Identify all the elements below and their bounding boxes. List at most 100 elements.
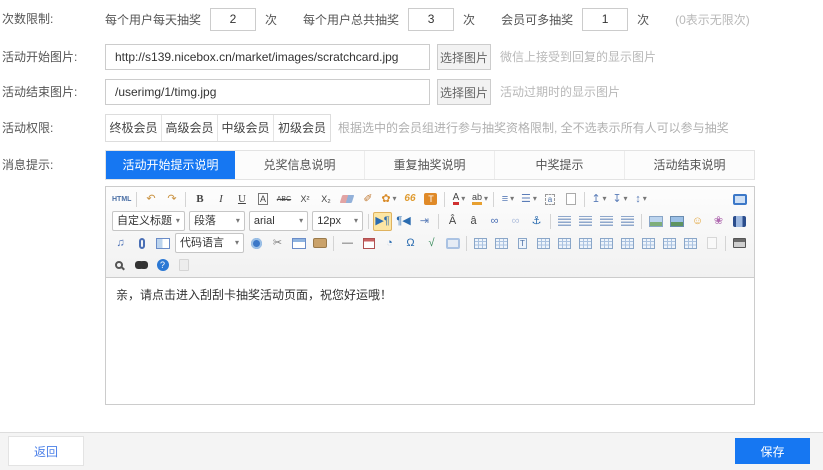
member-level-option-junior[interactable]: 初级会员 — [274, 115, 330, 141]
strikethrough-icon[interactable]: ABC — [274, 190, 293, 209]
merge-down-icon[interactable] — [639, 234, 658, 253]
table-title-icon[interactable]: T — [513, 234, 532, 253]
paste-text-icon[interactable]: T — [421, 190, 440, 209]
subscript-icon[interactable]: X₂ — [316, 190, 335, 209]
insert-date-icon[interactable] — [359, 234, 378, 253]
link-icon[interactable]: ∞ — [485, 212, 504, 231]
insert-image-icon[interactable] — [646, 212, 665, 231]
limits-note: (0表示无限次) — [675, 11, 750, 28]
unlink-icon[interactable]: ∞ — [506, 212, 525, 231]
daily-draw-input[interactable] — [210, 8, 256, 31]
line-height-icon[interactable]: ↕▾ — [631, 190, 650, 209]
font-border-icon[interactable]: A — [253, 190, 272, 209]
total-draw-input[interactable] — [408, 8, 454, 31]
direction-rtl-icon[interactable]: ¶◀ — [394, 212, 413, 231]
insert-row-icon[interactable] — [534, 234, 553, 253]
fullscreen-icon[interactable] — [730, 190, 749, 209]
format-brush-icon[interactable]: ✐ — [358, 190, 377, 209]
blockquote-icon[interactable]: 66 — [400, 190, 419, 209]
delete-table-icon[interactable] — [492, 234, 511, 253]
tab-activity-start-tip[interactable]: 活动开始提示说明 — [106, 151, 235, 179]
insert-table-icon[interactable] — [471, 234, 490, 253]
insert-col-icon[interactable] — [555, 234, 574, 253]
member-level-option-senior[interactable]: 高级会员 — [162, 115, 218, 141]
insert-map-icon[interactable] — [247, 234, 266, 253]
member-level-option-ultimate[interactable]: 终极会员 — [106, 115, 162, 141]
insert-video-icon[interactable] — [730, 212, 749, 231]
tab-activity-end[interactable]: 活动结束说明 — [625, 151, 754, 179]
italic-icon[interactable]: I — [211, 190, 230, 209]
insert-template-icon[interactable] — [153, 234, 172, 253]
font-size-select[interactable]: 12px▾ — [312, 211, 363, 231]
end-image-pick-button[interactable]: 选择图片 — [437, 79, 491, 105]
formula-icon[interactable]: √ — [422, 234, 441, 253]
direction-ltr-icon[interactable]: ▶¶ — [373, 212, 392, 231]
font-color-icon[interactable]: A▾ — [449, 190, 468, 209]
print-icon[interactable] — [730, 234, 749, 253]
preview-icon[interactable] — [111, 256, 130, 275]
auto-typeset-icon[interactable]: ✿▾ — [379, 190, 398, 209]
align-left-icon[interactable] — [555, 212, 574, 231]
tab-win-tip[interactable]: 中奖提示 — [495, 151, 625, 179]
remove-format-icon[interactable] — [337, 190, 356, 209]
message-tabbar: 活动开始提示说明 兑奖信息说明 重复抽奖说明 中奖提示 活动结束说明 — [105, 150, 755, 180]
anchor-icon[interactable]: ⚓ — [527, 212, 546, 231]
save-button[interactable]: 保存 — [735, 438, 810, 464]
tab-redeem-info[interactable]: 兑奖信息说明 — [235, 151, 365, 179]
underline-icon[interactable]: U — [232, 190, 251, 209]
delete-row-icon[interactable] — [576, 234, 595, 253]
help-icon[interactable]: ? — [153, 256, 172, 275]
select-all-icon[interactable]: a — [540, 190, 559, 209]
paragraph-format-select[interactable]: 段落▾ — [189, 211, 245, 231]
emotion-icon[interactable]: ☺ — [688, 212, 707, 231]
align-center-icon[interactable] — [576, 212, 595, 231]
member-extra-draw-input[interactable] — [582, 8, 628, 31]
screenshot-icon[interactable] — [310, 234, 329, 253]
align-right-icon[interactable] — [597, 212, 616, 231]
start-image-pick-button[interactable]: 选择图片 — [437, 44, 491, 70]
align-justify-icon[interactable] — [618, 212, 637, 231]
split-cells-icon[interactable] — [681, 234, 700, 253]
indent-icon[interactable]: ⇥ — [415, 212, 434, 231]
horizontal-rule-icon[interactable]: — — [338, 234, 357, 253]
tab-repeat-draw[interactable]: 重复抽奖说明 — [365, 151, 495, 179]
insert-music-icon[interactable]: ♫ — [111, 234, 130, 253]
back-button[interactable]: 返回 — [8, 436, 84, 466]
insert-iframe-icon[interactable] — [289, 234, 308, 253]
image-manager-icon[interactable] — [667, 212, 686, 231]
special-chars-icon[interactable]: Ω — [401, 234, 420, 253]
paragraph-spacing-bottom-icon[interactable]: ↧▾ — [610, 190, 629, 209]
end-image-input[interactable] — [105, 79, 430, 105]
custom-title-select[interactable]: 自定义标题▾ — [112, 211, 185, 231]
delete-col-icon[interactable] — [597, 234, 616, 253]
start-image-row: 活动开始图片: 选择图片 微信上接受到回复的显示图片 — [0, 44, 823, 70]
background-color-icon[interactable]: ab▾ — [470, 190, 489, 209]
font-family-select[interactable]: arial▾ — [249, 211, 308, 231]
member-level-option-middle[interactable]: 中级会员 — [218, 115, 274, 141]
search-replace-icon[interactable] — [132, 256, 151, 275]
to-uppercase-icon[interactable]: Â — [443, 212, 462, 231]
paste-icon[interactable] — [174, 256, 193, 275]
toolbar-separator — [438, 214, 439, 229]
undo-icon[interactable]: ↶ — [141, 190, 160, 209]
snapscreen-icon[interactable] — [443, 234, 462, 253]
to-lowercase-icon[interactable]: â — [464, 212, 483, 231]
merge-cells-icon[interactable] — [660, 234, 679, 253]
bold-icon[interactable]: B — [190, 190, 209, 209]
redo-icon[interactable]: ↷ — [162, 190, 181, 209]
scrawl-icon[interactable]: ❀ — [709, 212, 728, 231]
page-break-icon[interactable]: ✂ — [268, 234, 287, 253]
source-icon[interactable]: HTML — [111, 190, 132, 209]
start-image-input[interactable] — [105, 44, 430, 70]
clear-doc-icon[interactable] — [561, 190, 580, 209]
insert-time-icon[interactable]: ◔ — [380, 234, 399, 253]
editor-content[interactable]: 亲，请点击进入刮刮卡抽奖活动页面，祝您好运哦！ — [106, 278, 754, 402]
attachment-icon[interactable] — [132, 234, 151, 253]
table-background-icon[interactable] — [702, 234, 721, 253]
merge-right-icon[interactable] — [618, 234, 637, 253]
code-language-select[interactable]: 代码语言▾ — [175, 233, 244, 253]
paragraph-spacing-top-icon[interactable]: ↥▾ — [589, 190, 608, 209]
ordered-list-icon[interactable]: ≡▾ — [498, 190, 517, 209]
unordered-list-icon[interactable]: ☰▾ — [519, 190, 538, 209]
superscript-icon[interactable]: X² — [295, 190, 314, 209]
